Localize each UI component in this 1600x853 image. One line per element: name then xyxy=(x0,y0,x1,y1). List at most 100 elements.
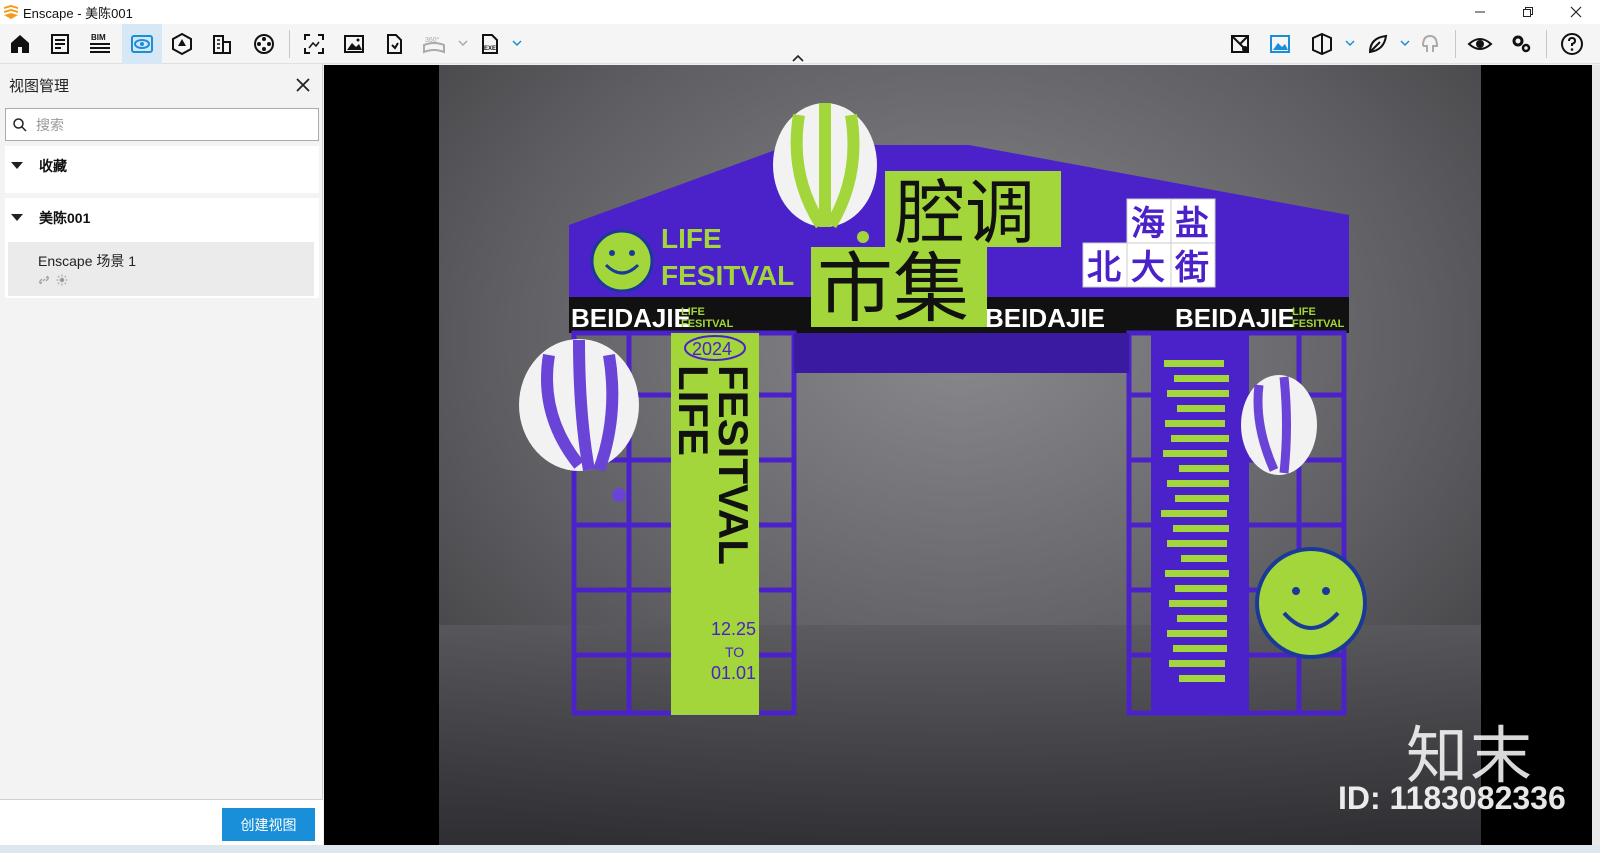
panel-title: 视图管理 xyxy=(9,78,70,95)
view-name: Enscape 场景 1 xyxy=(38,253,137,269)
panel-footer: 创建视图 xyxy=(0,799,323,845)
eye-button[interactable] xyxy=(1460,24,1500,64)
favorites-header[interactable]: 收藏 xyxy=(5,146,319,186)
view-list-item[interactable]: Enscape 场景 1 xyxy=(8,242,314,296)
visual-settings-icon xyxy=(1368,34,1388,54)
panorama-dropdown[interactable] xyxy=(456,36,470,50)
group-label: 收藏 xyxy=(39,158,67,174)
grid-char: 海 xyxy=(1131,204,1165,244)
arch-beam xyxy=(794,333,1129,373)
bim-button[interactable]: BIM xyxy=(80,24,120,64)
title-bar: Enscape - 美陈001 xyxy=(0,0,1600,24)
assets-icon xyxy=(172,32,192,56)
close-panel-button[interactable] xyxy=(292,74,314,96)
smiley-badge xyxy=(590,229,654,293)
status-bar xyxy=(0,845,1600,853)
grid-char: 北 xyxy=(1087,248,1121,288)
screenshot-button[interactable] xyxy=(294,24,334,64)
chevron-down-icon xyxy=(458,40,468,47)
export-button[interactable] xyxy=(374,24,414,64)
building-button[interactable] xyxy=(202,24,242,64)
orthographic-dropdown[interactable] xyxy=(1343,36,1357,50)
orthographic-button[interactable] xyxy=(1302,24,1342,64)
minimize-button[interactable] xyxy=(1456,0,1504,24)
video-editor-button[interactable] xyxy=(244,24,284,64)
search-input[interactable] xyxy=(36,113,314,137)
home-button[interactable] xyxy=(0,24,40,64)
home-icon xyxy=(11,35,29,53)
banner-word: BEIDAJIE xyxy=(985,303,1105,333)
project-info-button[interactable] xyxy=(40,24,80,64)
view-management-panel: 视图管理 收藏 美陈001 Enscape 场景 1 创建视图 xyxy=(0,64,323,845)
collapse-toolbar-button[interactable] xyxy=(788,52,808,64)
smiley-badge-large xyxy=(1255,547,1367,659)
big-text-2: 市集 xyxy=(817,244,969,333)
search-icon xyxy=(13,118,27,132)
caret-down-icon xyxy=(11,214,23,221)
header-life: LIFE xyxy=(661,223,722,254)
help-button[interactable] xyxy=(1552,24,1592,64)
date-start: 12.25 xyxy=(711,619,756,639)
vr-headset-icon xyxy=(1422,34,1439,52)
render-viewport[interactable]: BEIDAJIE LIFE FESITVAL BEIDAJIE BEIDAJIE… xyxy=(324,65,1592,845)
right-edge-strip xyxy=(1592,65,1600,845)
toolbar-divider xyxy=(289,30,290,58)
views-icon xyxy=(131,35,153,53)
views-button[interactable] xyxy=(122,24,162,64)
vr-headset-button[interactable] xyxy=(1410,24,1450,64)
banner-small-2: FESITVAL xyxy=(1292,318,1345,330)
exe-export-button[interactable]: EXE xyxy=(470,24,510,64)
visual-settings-button[interactable] xyxy=(1358,24,1398,64)
date-end: 01.01 xyxy=(711,663,756,683)
exe-export-icon: EXE xyxy=(482,34,498,54)
chevron-up-icon xyxy=(792,54,804,62)
pillar-festival: FESITVAL xyxy=(710,365,757,565)
orthographic-icon xyxy=(1312,32,1332,56)
assets-button[interactable] xyxy=(162,24,202,64)
capture-icon xyxy=(1270,35,1290,53)
restore-button[interactable] xyxy=(1504,0,1552,24)
project-group-header[interactable]: 美陈001 xyxy=(5,198,319,238)
export-icon xyxy=(387,34,402,54)
banner-word: BEIDAJIE xyxy=(1175,303,1295,333)
scene-render: BEIDAJIE LIFE FESITVAL BEIDAJIE BEIDAJIE… xyxy=(439,65,1481,845)
balloon-right xyxy=(1241,375,1317,475)
toolbar-divider xyxy=(1455,30,1456,58)
toolbar-divider xyxy=(1546,30,1547,58)
header-festival: FESITVAL xyxy=(661,260,794,291)
eye-icon xyxy=(1467,38,1493,50)
grid-char: 盐 xyxy=(1175,204,1209,244)
caret-down-icon xyxy=(11,162,23,169)
help-icon xyxy=(1561,33,1583,55)
chevron-down-icon xyxy=(512,40,522,47)
watermark-id: ID: 1183082336 xyxy=(1338,780,1566,816)
enscape-logo-icon xyxy=(4,5,18,19)
settings-icon xyxy=(1512,35,1531,53)
sun-icon xyxy=(56,274,68,286)
panorama-button[interactable]: 360° xyxy=(414,24,454,64)
create-view-button[interactable]: 创建视图 xyxy=(222,808,315,841)
date-to: TO xyxy=(725,644,744,660)
favorites-group: 收藏 xyxy=(5,146,319,193)
search-box xyxy=(5,108,319,141)
grid-char: 街 xyxy=(1174,248,1209,288)
settings-button[interactable] xyxy=(1502,24,1542,64)
restore-icon xyxy=(1523,7,1533,17)
render-image-button[interactable] xyxy=(334,24,374,64)
exe-export-dropdown[interactable] xyxy=(510,36,524,50)
building-icon xyxy=(213,35,231,54)
capture-button[interactable] xyxy=(1260,24,1300,64)
close-icon xyxy=(296,78,310,92)
sync-button[interactable] xyxy=(1220,24,1260,64)
grid-char: 大 xyxy=(1131,248,1165,288)
close-window-button[interactable] xyxy=(1552,0,1600,24)
banner-word: BEIDAJIE xyxy=(571,303,691,333)
minimize-icon xyxy=(1475,11,1485,13)
svg-text:EXE: EXE xyxy=(484,46,496,52)
render-image-icon xyxy=(344,35,364,53)
sync-icon xyxy=(1231,35,1249,53)
video-editor-icon xyxy=(254,34,274,54)
big-text-1: 腔调 xyxy=(895,172,1035,254)
bim-icon: BIM xyxy=(90,33,110,53)
svg-text:BIM: BIM xyxy=(91,33,106,42)
